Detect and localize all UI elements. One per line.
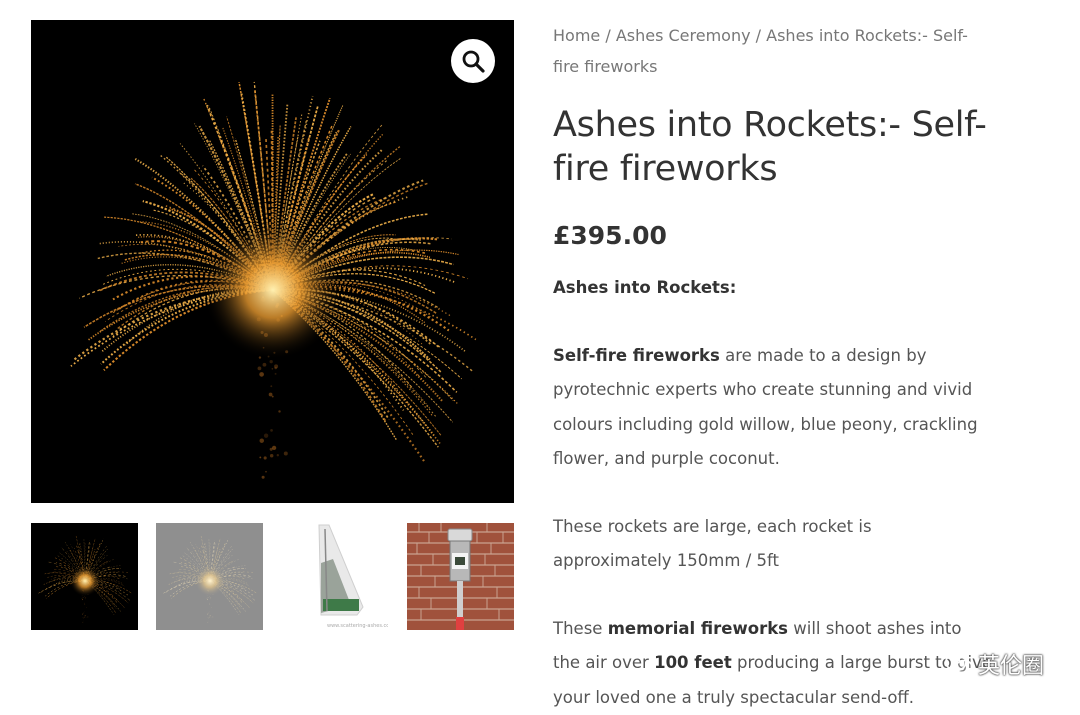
breadcrumb-separator: /: [751, 26, 767, 45]
main-product-image[interactable]: [31, 20, 514, 503]
description-intro: Ashes into Rockets:: [553, 271, 993, 306]
svg-text:www.scattering-ashes.co.uk: www.scattering-ashes.co.uk: [327, 623, 388, 629]
rocket-product-thumbnail-image: www.scattering-ashes.co.uk: [281, 523, 388, 630]
thumbnail-firework-faded[interactable]: [156, 523, 263, 630]
zoom-button[interactable]: [451, 39, 495, 83]
watermark-text: 英伦圈: [978, 648, 1044, 680]
thumbnail-rocket-on-wall[interactable]: [407, 523, 514, 630]
firework-thumbnail-image: [31, 523, 138, 630]
thumbnail-rocket-product[interactable]: www.scattering-ashes.co.uk: [281, 523, 388, 630]
product-gallery: www.scattering-ashes.co.uk: [31, 20, 514, 503]
description-paragraph: These memorial fireworks will shoot ashe…: [553, 612, 993, 715]
breadcrumb-category-link[interactable]: Ashes Ceremony: [616, 26, 751, 45]
rocket-on-wall-thumbnail-image: [407, 523, 514, 630]
product-price: £395.00: [553, 219, 993, 253]
thumbnail-strip: www.scattering-ashes.co.uk: [31, 523, 514, 630]
product-description: Ashes into Rockets: Self-fire fireworks …: [553, 271, 993, 715]
description-text: These: [553, 619, 608, 638]
description-bold-text: Self-fire fireworks: [553, 346, 720, 365]
breadcrumb-separator: /: [600, 26, 616, 45]
wechat-watermark: 英伦圈: [944, 648, 1044, 680]
description-bold-text: memorial fireworks: [608, 619, 788, 638]
thumbnail-firework-gold[interactable]: [31, 523, 138, 630]
description-paragraph: These rockets are large, each rocket is …: [553, 510, 993, 579]
breadcrumb-home-link[interactable]: Home: [553, 26, 600, 45]
firework-image: [31, 20, 514, 503]
product-summary: Home / Ashes Ceremony / Ashes into Rocke…: [553, 20, 993, 715]
product-title: Ashes into Rockets:- Self-fire fireworks: [553, 103, 993, 191]
description-bold-text: 100 feet: [654, 653, 732, 672]
faded-firework-thumbnail-image: [156, 523, 263, 630]
wechat-icon: [944, 651, 974, 677]
breadcrumb: Home / Ashes Ceremony / Ashes into Rocke…: [553, 20, 993, 82]
magnifier-icon: [461, 49, 485, 73]
description-paragraph: Self-fire fireworks are made to a design…: [553, 339, 993, 477]
